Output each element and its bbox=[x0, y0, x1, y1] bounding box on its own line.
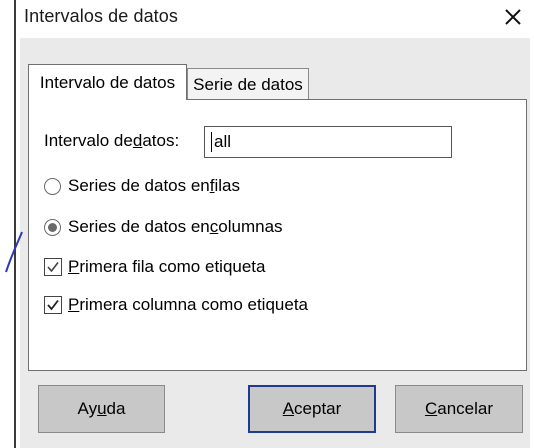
radio-series-in-rows[interactable]: Series de datos en f ilas bbox=[44, 176, 240, 196]
dialog-title: Intervalos de datos bbox=[24, 6, 178, 26]
radio-selected-icon bbox=[44, 218, 61, 236]
help-button[interactable]: Ay u da bbox=[38, 385, 165, 433]
data-range-input[interactable]: all bbox=[204, 126, 452, 158]
radio-unselected-icon bbox=[44, 177, 61, 195]
radio-series-in-columns[interactable]: Series de datos en c olumnas bbox=[44, 217, 283, 237]
checkmark-icon bbox=[44, 258, 62, 276]
window-left-edge bbox=[14, 0, 16, 448]
checkbox-first-column-as-label[interactable]: Primera columna como etiqueta bbox=[44, 295, 308, 315]
data-range-label: Intervalo de d atos: bbox=[44, 131, 180, 150]
pen-annotation-mark bbox=[5, 231, 23, 273]
checkbox-first-row-as-label[interactable]: Primera fila como etiqueta bbox=[44, 257, 265, 277]
cancel-button[interactable]: Cancelar bbox=[395, 385, 523, 433]
tab-data-series[interactable]: Serie de datos bbox=[187, 68, 309, 100]
close-icon[interactable] bbox=[500, 4, 526, 30]
text-cursor bbox=[211, 132, 212, 152]
tab-data-range[interactable]: Intervalo de datos bbox=[28, 64, 187, 100]
checkmark-icon bbox=[44, 296, 62, 314]
ok-button[interactable]: Aceptar bbox=[248, 385, 376, 433]
